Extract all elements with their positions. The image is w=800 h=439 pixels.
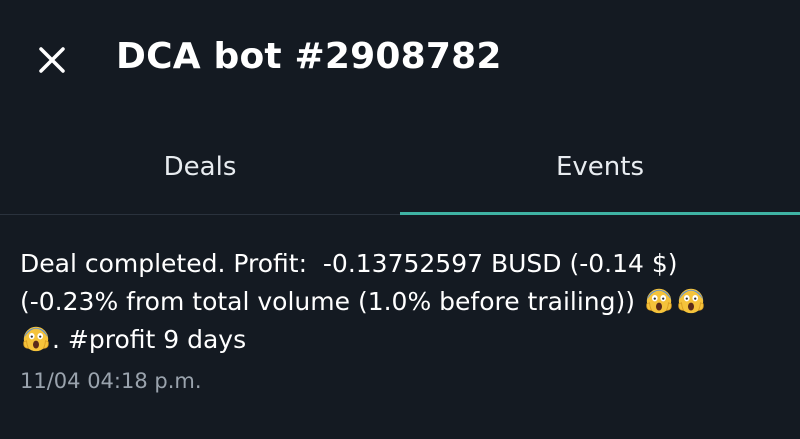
screaming-face-emoji-icon: [646, 288, 672, 314]
tab-deals[interactable]: Deals: [0, 120, 400, 214]
page-title: DCA bot #2908782: [116, 36, 502, 77]
event-item: Deal completed. Profit: -0.13752597 BUSD…: [20, 245, 780, 393]
tab-events[interactable]: Events: [400, 120, 800, 215]
event-message-line1: Deal completed. Profit: -0.13752597 BUSD…: [20, 249, 678, 278]
screaming-face-emoji-icon: [678, 288, 704, 314]
screaming-face-emoji-icon: [23, 326, 49, 352]
event-timestamp: 11/04 04:18 p.m.: [20, 369, 202, 393]
close-icon[interactable]: [32, 40, 72, 80]
event-message-line3: . #profit 9 days: [52, 325, 247, 354]
event-message-line2: (-0.23% from total volume (1.0% before t…: [20, 287, 643, 316]
tab-bar: Deals Events: [0, 120, 800, 215]
event-message: Deal completed. Profit: -0.13752597 BUSD…: [20, 245, 780, 359]
header: DCA bot #2908782: [0, 0, 800, 120]
